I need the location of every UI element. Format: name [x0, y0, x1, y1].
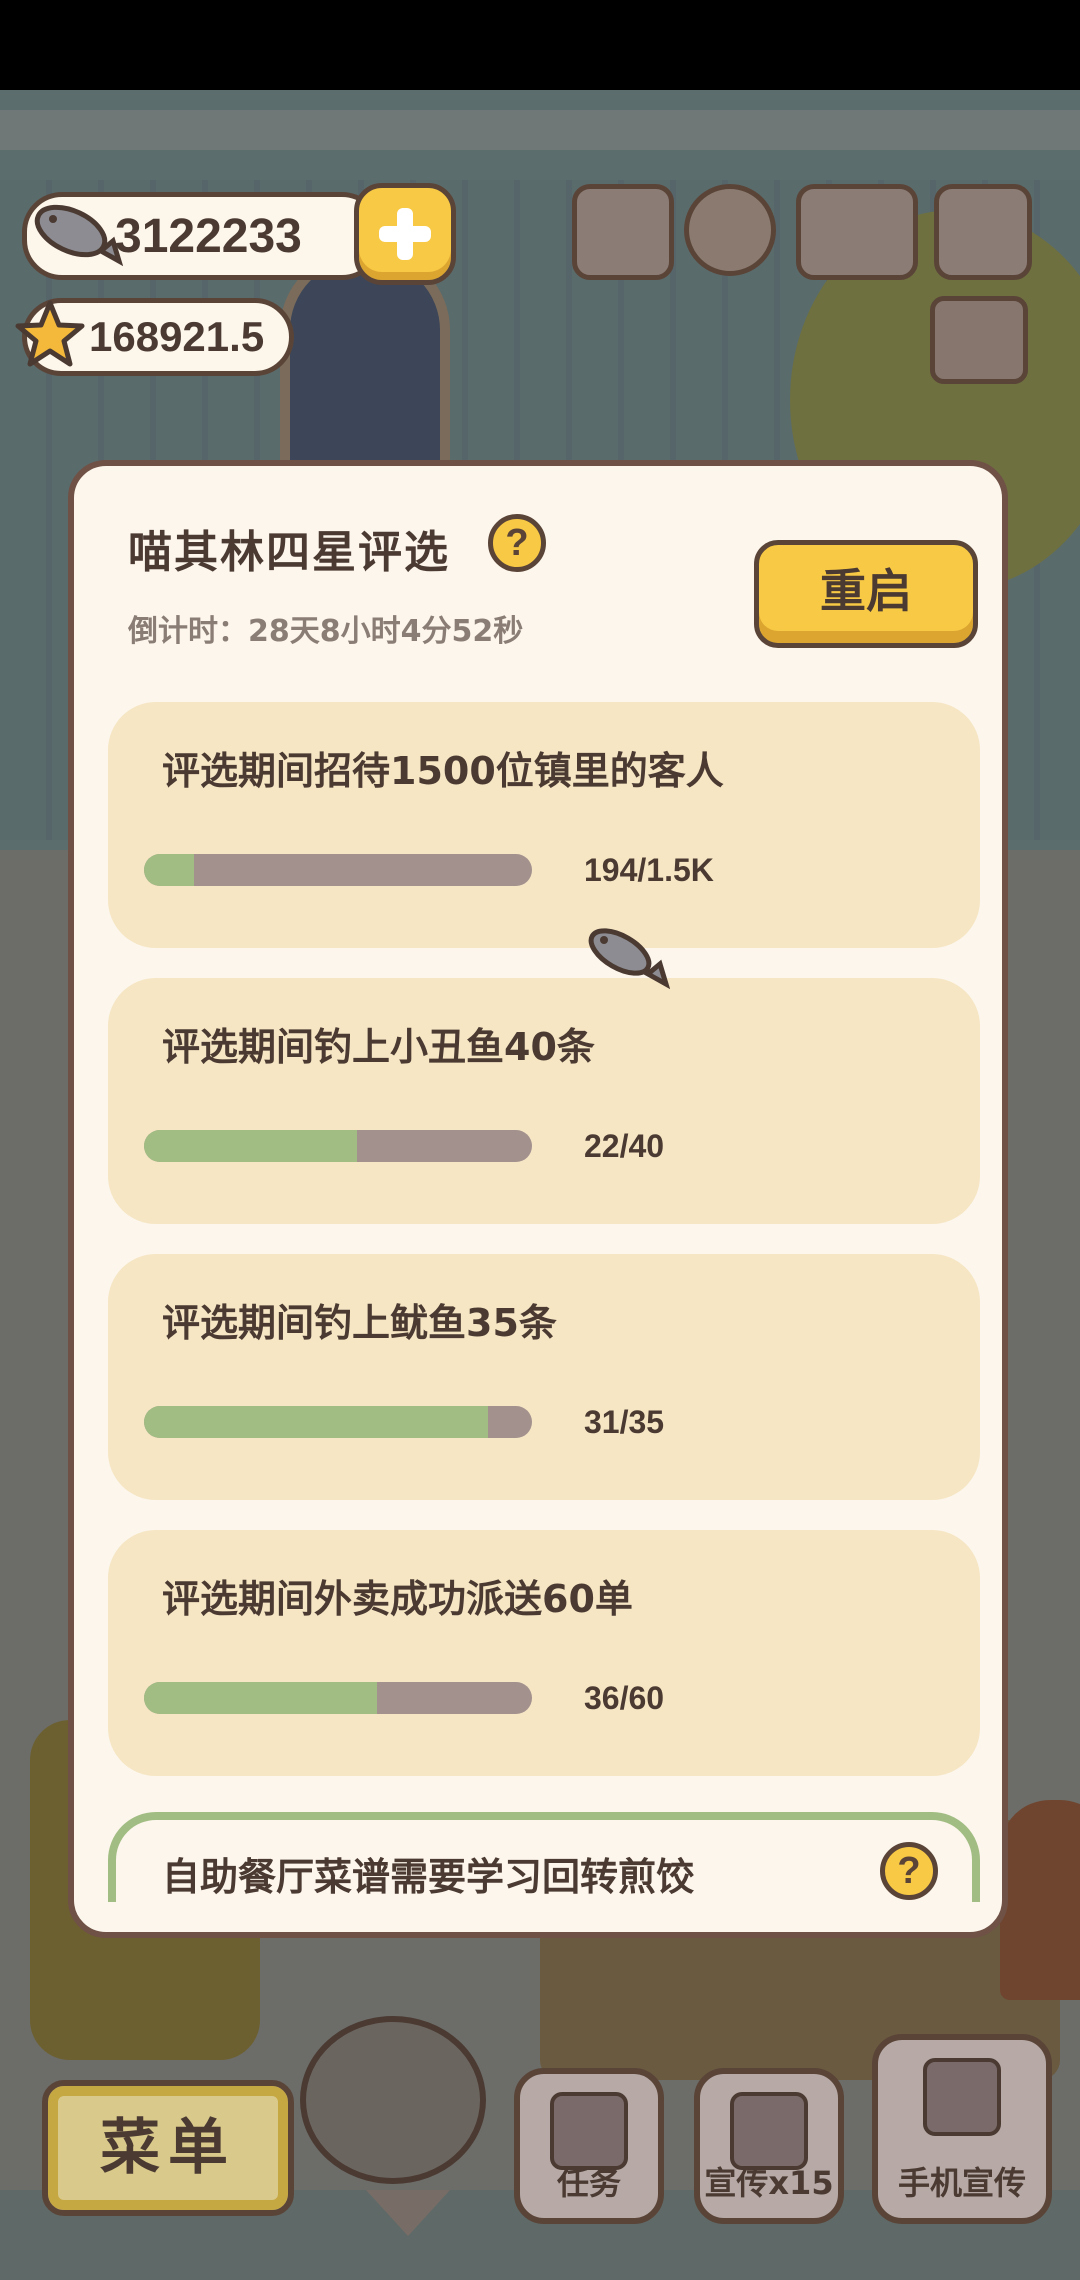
newspaper-icon[interactable]	[930, 296, 1028, 384]
task-card: 评选期间钓上鱿鱼35条 31/35	[108, 1254, 980, 1500]
countdown-timer: 倒计时：28天8小时4分52秒	[128, 614, 524, 649]
mushroom-decoration	[1000, 1800, 1080, 2000]
phone-promo-button-label: 手机宣传	[897, 2164, 1026, 2202]
add-currency-button[interactable]	[354, 183, 456, 285]
task-label: 评选期间钓上小丑鱼40条	[162, 1025, 595, 1069]
progress-text: 31/35	[584, 1404, 665, 1440]
progress-text: 194/1.5K	[584, 852, 714, 888]
dish-plate[interactable]	[300, 2016, 486, 2184]
camera-icon[interactable]	[934, 184, 1032, 280]
promo-button-label: 宣传x15	[704, 2164, 834, 2202]
task-label: 自助餐厅菜谱需要学习回转煎饺	[162, 1855, 695, 1899]
help-icon[interactable]: ?	[880, 1842, 938, 1900]
task-card: 评选期间招待1500位镇里的客人 194/1.5K	[108, 702, 980, 948]
task-label: 评选期间招待1500位镇里的客人	[162, 749, 724, 793]
phone-icon	[923, 2058, 1001, 2136]
task-label: 评选期间钓上鱿鱼35条	[162, 1301, 557, 1345]
progress-bar	[144, 854, 532, 886]
progress-fill	[144, 1130, 358, 1162]
task-list[interactable]: 评选期间招待1500位镇里的客人 194/1.5K 评选期间钓上小丑鱼40条 2…	[108, 702, 980, 1902]
dialog-title: 喵其林四星评选	[128, 527, 450, 578]
chevron-down-icon[interactable]	[366, 2190, 450, 2236]
gear-icon[interactable]	[684, 184, 776, 276]
fish-count: 3122233	[115, 210, 302, 263]
fish-icon	[34, 204, 123, 267]
progress-fill	[144, 1682, 377, 1714]
promo-button[interactable]: 宣传x15	[694, 2068, 844, 2224]
paw-book-icon[interactable]	[796, 184, 918, 280]
task-label: 评选期间外卖成功派送60单	[162, 1577, 633, 1621]
progress-bar	[144, 1406, 532, 1438]
star-icon	[15, 300, 85, 367]
floating-fish-icon	[588, 928, 670, 990]
task-button-label: 任务	[556, 2164, 621, 2202]
rating-event-dialog: 喵其林四星评选 ? 倒计时：28天8小时4分52秒 重启 评选期间招待1500位…	[68, 460, 1008, 1938]
task-card: 评选期间外卖成功派送60单 36/60	[108, 1530, 980, 1776]
task-card: 评选期间钓上小丑鱼40条 22/40	[108, 978, 980, 1224]
progress-fill	[144, 1406, 488, 1438]
task-button[interactable]: 任务	[514, 2068, 664, 2224]
star-rating-value: 168921.5	[89, 313, 265, 360]
star-rating-display: 168921.5	[15, 298, 294, 376]
progress-fill	[144, 854, 195, 886]
ceiling-beam	[0, 110, 1080, 150]
menu-button[interactable]: 菜单	[42, 2080, 294, 2216]
progress-bar	[144, 1130, 532, 1162]
phone-promo-button[interactable]: 手机宣传	[872, 2034, 1052, 2224]
ranking-icon[interactable]	[572, 184, 674, 280]
help-icon[interactable]: ?	[488, 514, 546, 572]
progress-text: 36/60	[584, 1680, 665, 1716]
status-bar	[0, 0, 1080, 90]
restart-button[interactable]: 重启	[754, 540, 978, 648]
fish-currency-display: 3122233	[22, 192, 382, 280]
task-card-highlighted: 自助餐厅菜谱需要学习回转煎饺 ?	[108, 1812, 980, 1902]
progress-text: 22/40	[584, 1128, 665, 1164]
progress-bar	[144, 1682, 532, 1714]
